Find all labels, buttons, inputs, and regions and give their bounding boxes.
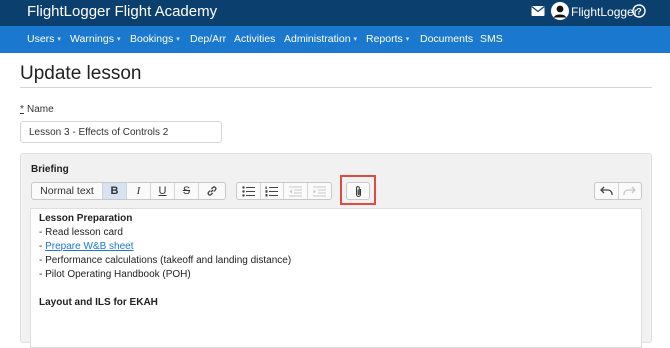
chevron-down-icon: ▾ bbox=[176, 36, 180, 43]
nav-reports[interactable]: Reports ▾ bbox=[366, 33, 409, 45]
content-line: - Prepare W&B sheet bbox=[39, 241, 134, 252]
nav-administration[interactable]: Administration ▾ bbox=[284, 33, 357, 45]
undo-button[interactable] bbox=[595, 183, 619, 199]
name-input[interactable] bbox=[20, 121, 222, 143]
main-navigation: Users ▾ Warnings ▾ Bookings ▾ Dep/Arr Activ… bbox=[0, 26, 670, 53]
divider bbox=[20, 87, 652, 88]
text-style-select[interactable]: Normal text bbox=[32, 183, 103, 199]
briefing-panel: Briefing Normal text B I U S Lesson Prep… bbox=[20, 153, 652, 348]
link-button[interactable] bbox=[199, 183, 225, 199]
avatar-icon[interactable] bbox=[551, 2, 569, 20]
wb-sheet-link[interactable]: Prepare W&B sheet bbox=[45, 241, 133, 252]
content-heading: Layout and ILS for EKAH bbox=[39, 297, 158, 308]
chevron-down-icon: ▾ bbox=[405, 36, 410, 43]
required-marker: * bbox=[20, 104, 24, 115]
numbered-list-icon bbox=[265, 186, 279, 196]
strikethrough-button[interactable]: S bbox=[175, 183, 199, 199]
mail-icon[interactable] bbox=[531, 5, 545, 17]
app-title[interactable]: FlightLogger Flight Academy bbox=[27, 3, 217, 20]
page-title: Update lesson bbox=[20, 63, 142, 84]
user-menu[interactable]: FlightLogger bbox=[571, 5, 638, 19]
briefing-editor[interactable]: Lesson Preparation - Read lesson card - … bbox=[30, 208, 642, 348]
chevron-down-icon: ▾ bbox=[57, 36, 61, 43]
bullet-list-icon bbox=[242, 185, 255, 197]
briefing-label: Briefing bbox=[31, 164, 69, 175]
link-icon bbox=[207, 186, 217, 196]
nav-documents[interactable]: Documents bbox=[420, 33, 473, 45]
underline-button[interactable]: U bbox=[151, 183, 175, 199]
content-line: - Read lesson card bbox=[39, 227, 123, 238]
bold-button[interactable]: B bbox=[103, 183, 127, 199]
format-toolbar-group: Normal text B I U S bbox=[31, 182, 226, 200]
nav-sms[interactable]: SMS bbox=[480, 33, 503, 45]
outdent-button[interactable] bbox=[284, 183, 308, 199]
help-icon[interactable]: ? bbox=[632, 4, 646, 18]
nav-warnings[interactable]: Warnings ▾ bbox=[70, 33, 120, 45]
italic-button[interactable]: I bbox=[127, 183, 151, 199]
nav-bookings[interactable]: Bookings ▾ bbox=[130, 33, 180, 45]
nav-activities[interactable]: Activities bbox=[234, 33, 275, 45]
nav-dep-arr[interactable]: Dep/Arr bbox=[190, 33, 226, 45]
outdent-icon bbox=[288, 186, 302, 196]
numbered-list-button[interactable] bbox=[261, 183, 284, 199]
bullet-list-button[interactable] bbox=[237, 183, 261, 199]
redo-icon bbox=[623, 186, 637, 195]
svg-text:?: ? bbox=[636, 6, 642, 16]
content-heading: Lesson Preparation bbox=[39, 213, 133, 224]
content-line: - Performance calculations (takeoff and … bbox=[39, 255, 292, 266]
undo-icon bbox=[599, 186, 613, 195]
content-line: - Pilot Operating Handbook (POH) bbox=[39, 269, 191, 280]
highlight-box bbox=[340, 175, 376, 205]
redo-button[interactable] bbox=[619, 183, 642, 199]
top-bar: FlightLogger Flight Academy FlightLogger… bbox=[0, 0, 670, 26]
indent-button[interactable] bbox=[308, 183, 331, 199]
history-toolbar-group bbox=[594, 182, 642, 200]
nav-users[interactable]: Users ▾ bbox=[27, 33, 61, 45]
chevron-down-icon: ▾ bbox=[116, 36, 121, 43]
name-label: Name bbox=[27, 104, 54, 115]
chevron-down-icon: ▾ bbox=[353, 36, 358, 43]
indent-icon bbox=[312, 186, 326, 196]
list-toolbar-group bbox=[236, 182, 332, 200]
